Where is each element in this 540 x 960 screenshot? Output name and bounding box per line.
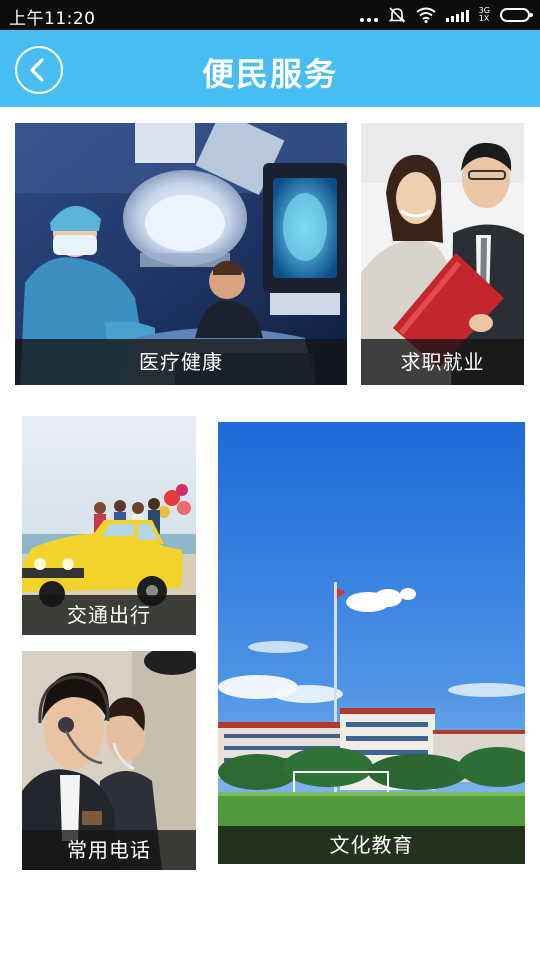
- network-type: 3G 1X: [479, 7, 490, 23]
- header-bar: 便民服务: [0, 30, 540, 107]
- tile-label: 交通出行: [22, 595, 196, 635]
- status-time: 上午11:20: [9, 9, 96, 29]
- status-icons: 3G 1X: [359, 5, 533, 25]
- battery-icon: [500, 8, 533, 22]
- tile-label: 医疗健康: [15, 339, 347, 385]
- wifi-icon: [416, 7, 436, 23]
- tile-label: 常用电话: [22, 830, 196, 870]
- more-dots-icon: [359, 8, 378, 22]
- tile-culture-education[interactable]: 文化教育: [218, 422, 525, 864]
- status-bar: 上午11:20 3G 1X: [0, 0, 540, 30]
- page-title: 便民服务: [201, 55, 338, 93]
- tile-label: 求职就业: [361, 339, 524, 385]
- tile-label: 文化教育: [218, 826, 525, 864]
- tile-transportation[interactable]: 交通出行: [22, 416, 196, 635]
- tile-common-phone[interactable]: 常用电话: [22, 651, 196, 870]
- mute-icon: [388, 7, 406, 23]
- network-type-bottom: 1X: [478, 14, 490, 23]
- education-photo: [218, 422, 525, 864]
- tile-job-employment[interactable]: 求职就业: [361, 123, 524, 385]
- signal-icon: [445, 8, 469, 22]
- tile-medical-health[interactable]: 医疗健康: [15, 123, 347, 385]
